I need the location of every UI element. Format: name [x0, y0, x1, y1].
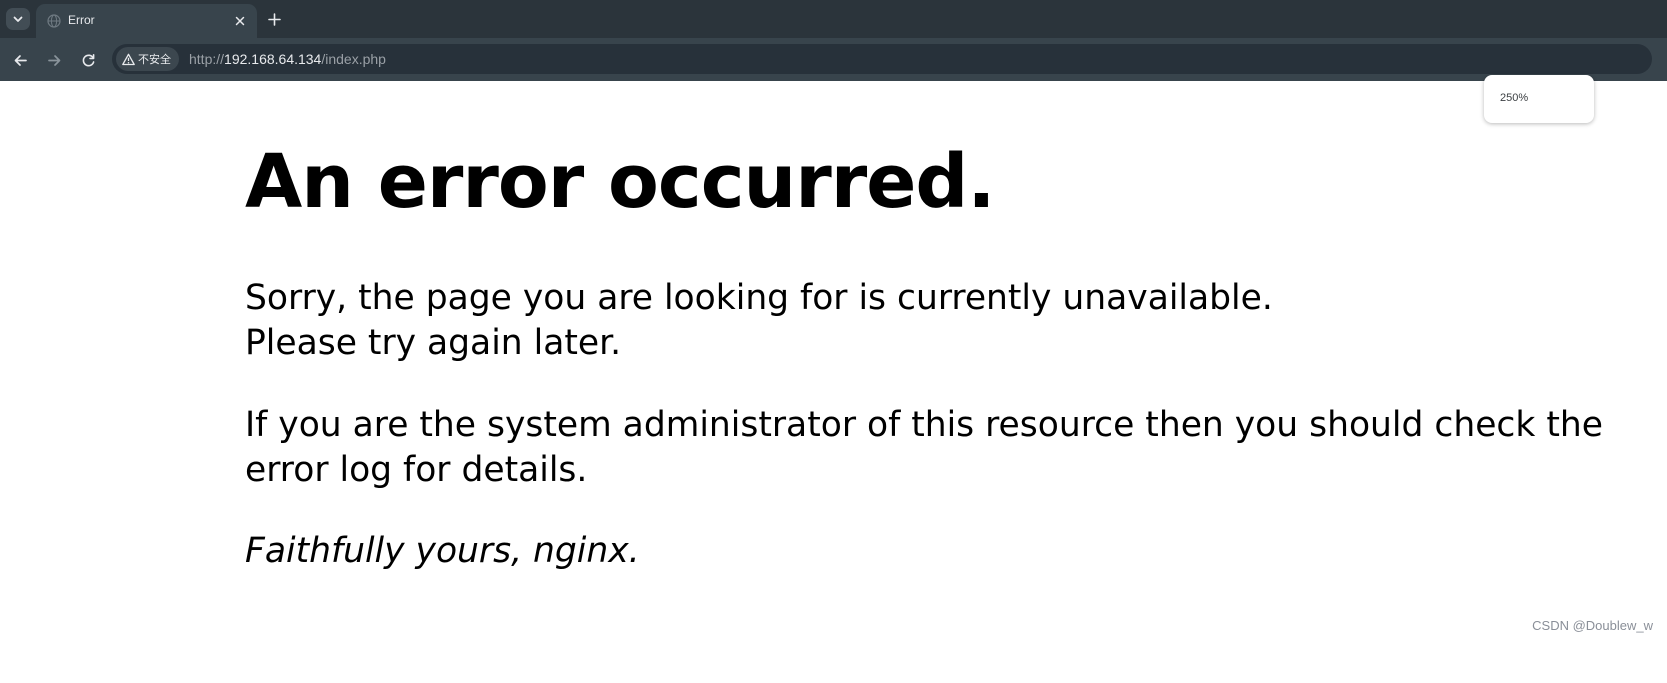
globe-icon	[47, 14, 61, 28]
arrow-left-icon	[14, 54, 27, 66]
page-content: An error occurred. Sorry, the page you a…	[245, 138, 1603, 574]
url-host: 192.168.64.134	[224, 51, 322, 67]
browser-toolbar: 不安全 http://192.168.64.134/index.php	[0, 38, 1667, 81]
back-button[interactable]	[9, 49, 31, 71]
unavailable-message-line1: Sorry, the page you are looking for is c…	[245, 278, 1273, 318]
chevron-down-icon	[13, 16, 23, 22]
security-label: 不安全	[138, 53, 171, 66]
warning-icon	[122, 53, 135, 65]
admin-message-line2: error log for details.	[245, 450, 588, 490]
unavailable-message: Sorry, the page you are looking for is c…	[245, 276, 1575, 366]
admin-message: If you are the system administrator of t…	[245, 403, 1603, 493]
url-path: /index.php	[321, 51, 386, 67]
admin-message-line1: If you are the system administrator of t…	[245, 405, 1603, 445]
zoom-indicator[interactable]: 250%	[1484, 75, 1594, 123]
address-bar[interactable]: 不安全 http://192.168.64.134/index.php	[112, 44, 1652, 74]
plus-icon	[267, 12, 281, 26]
security-indicator[interactable]: 不安全	[116, 47, 179, 71]
new-tab-button[interactable]	[265, 10, 283, 28]
watermark: CSDN @Doublew_w	[1532, 618, 1653, 633]
close-icon	[235, 16, 245, 26]
reload-button[interactable]	[77, 49, 99, 71]
url-text[interactable]: http://192.168.64.134/index.php	[189, 51, 386, 67]
tab-error[interactable]: Error	[36, 4, 257, 38]
signature: Faithfully yours, nginx.	[245, 531, 640, 571]
forward-button[interactable]	[43, 49, 65, 71]
tab-strip: Error	[0, 0, 1667, 38]
close-tab-button[interactable]	[232, 13, 248, 29]
reload-icon	[82, 53, 94, 66]
unavailable-message-line2: Please try again later.	[245, 323, 622, 363]
arrow-right-icon	[47, 54, 60, 66]
tab-title: Error	[68, 13, 95, 27]
page-title: An error occurred.	[245, 139, 996, 225]
url-scheme: http://	[189, 51, 225, 67]
tab-search-button[interactable]	[6, 8, 30, 30]
zoom-level: 250%	[1500, 92, 1529, 104]
